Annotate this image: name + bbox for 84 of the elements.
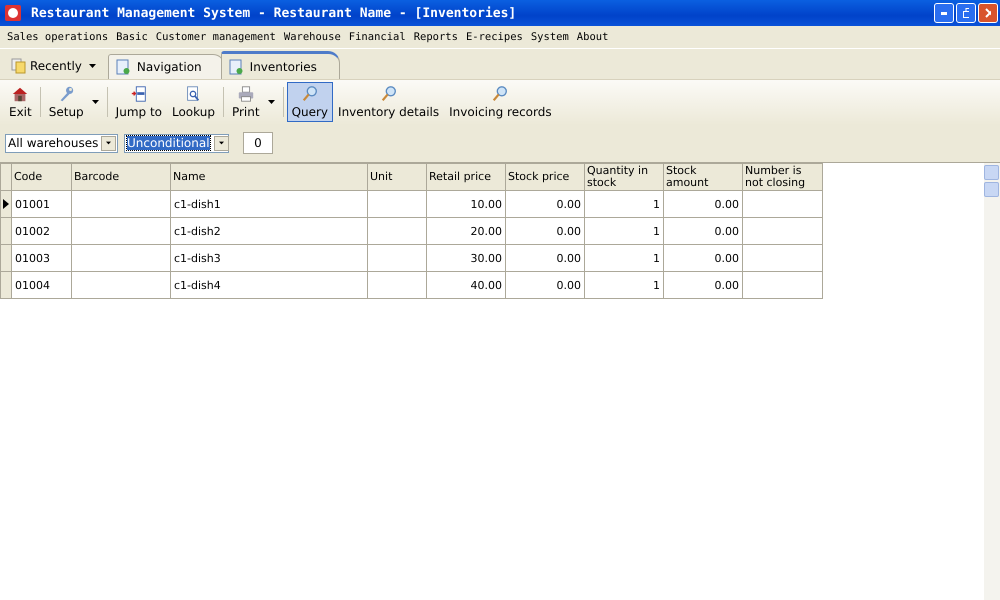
caret-icon — [106, 141, 111, 145]
column-header[interactable]: Unit — [368, 164, 426, 190]
table-cell: 20.00 — [426, 218, 506, 244]
table-cell — [368, 244, 426, 272]
table-cell — [368, 272, 426, 298]
toolbar-button[interactable]: Exit — [4, 82, 37, 122]
table-cell — [368, 190, 426, 218]
scrollbar[interactable] — [984, 163, 1000, 600]
column-header[interactable]: Stock amount — [664, 164, 742, 190]
table-cell: 1 — [584, 272, 664, 298]
table-cell: 0.00 — [664, 218, 742, 244]
window-title: Restaurant Management System - Restaurant Name - [Inventories] — [31, 6, 518, 20]
column-header[interactable]: Barcode — [72, 164, 170, 190]
toolbar-button[interactable]: Jump to — [110, 82, 167, 122]
caret-icon — [92, 100, 99, 104]
column-header[interactable]: Number is not closing — [742, 164, 822, 190]
document-icon — [228, 58, 244, 74]
search-icon — [300, 85, 319, 103]
toolbar-button[interactable]: Setup — [44, 82, 104, 122]
documents-icon — [11, 58, 27, 74]
menu-item[interactable]: Warehouse — [280, 31, 345, 43]
app-icon — [5, 5, 21, 21]
search-icon — [380, 85, 398, 103]
table-cell: 0.00 — [506, 272, 584, 298]
menu-item[interactable]: Financial — [344, 31, 410, 43]
table-cell: 0.00 — [506, 244, 584, 272]
column-header[interactable]: Quantity in stock — [584, 164, 664, 190]
warehouse-dropdown[interactable]: All warehouses — [5, 134, 118, 152]
restore-button[interactable] — [956, 3, 976, 23]
printer-icon — [236, 85, 255, 103]
column-header[interactable]: Stock price — [506, 164, 584, 190]
row-header[interactable] — [0, 190, 12, 218]
recently-button[interactable]: Recently — [5, 53, 106, 79]
caret-icon — [268, 100, 275, 104]
scroll-thumb[interactable] — [984, 182, 999, 197]
table-cell: 01002 — [12, 218, 72, 244]
table-cell: 01003 — [12, 244, 72, 272]
table-cell: 01001 — [12, 190, 72, 218]
menu-item[interactable]: Sales operations — [3, 31, 112, 43]
table-cell: 0.00 — [664, 244, 742, 272]
tab[interactable]: Inventories — [220, 51, 340, 79]
toolbar-button[interactable]: Inventory details — [333, 82, 444, 122]
toolbar-button[interactable]: Invoicing records — [444, 82, 557, 122]
table-cell: 1 — [584, 218, 664, 244]
table-cell: c1-dish1 — [170, 190, 368, 218]
document-icon — [114, 59, 131, 75]
minimize-button[interactable] — [934, 3, 954, 23]
menu-item[interactable]: About — [572, 31, 612, 43]
table-cell — [368, 218, 426, 244]
scroll-up-button[interactable] — [984, 165, 999, 180]
minimize-icon — [941, 12, 947, 14]
menu-item[interactable]: Customer management — [152, 31, 280, 43]
close-button[interactable] — [978, 3, 998, 23]
column-header[interactable]: Name — [170, 164, 368, 190]
table-cell: c1-dish2 — [170, 218, 368, 244]
toolbar-button[interactable]: Lookup — [166, 82, 220, 122]
toolbar-button[interactable]: Query — [286, 82, 334, 122]
menu-item[interactable]: Basic — [112, 31, 152, 43]
table-cell: c1-dish3 — [170, 244, 368, 272]
table-cell: 10.00 — [426, 190, 506, 218]
row-pointer-icon — [3, 199, 9, 209]
column-header[interactable]: Code — [12, 164, 72, 190]
table-cell: 30.00 — [426, 244, 506, 272]
caret-icon — [218, 141, 224, 145]
table-cell: 01004 — [12, 272, 72, 298]
menu-item[interactable]: Reports — [410, 31, 462, 43]
table-cell: 1 — [584, 244, 664, 272]
menu-item[interactable]: E-recipes — [462, 31, 527, 43]
condition-dropdown[interactable]: Unconditional — [124, 134, 229, 152]
caret-icon — [88, 64, 96, 68]
table-cell: 40.00 — [426, 272, 506, 298]
house-icon — [11, 85, 30, 103]
table-cell: c1-dish4 — [170, 272, 368, 298]
table-cell: 0.00 — [506, 190, 584, 218]
table-cell: 1 — [584, 190, 664, 218]
table-cell: 0.00 — [506, 218, 584, 244]
table-cell: 0.00 — [664, 272, 742, 298]
count-field[interactable]: 0 — [243, 132, 273, 154]
table-cell: 0.00 — [664, 190, 742, 218]
document-arrow-icon — [130, 85, 148, 103]
menu-item[interactable]: System — [526, 31, 573, 43]
search-icon — [491, 85, 510, 103]
toolbar-button[interactable]: Print — [226, 82, 280, 122]
column-header[interactable]: Retail price — [426, 164, 506, 190]
